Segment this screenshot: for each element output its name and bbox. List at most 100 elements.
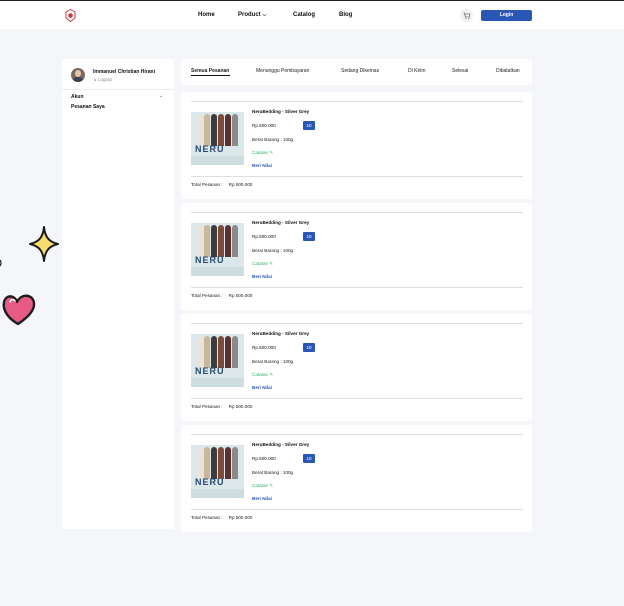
- tab-di-kirim[interactable]: Di Kirim: [408, 68, 426, 74]
- note-label: Catatan: [252, 261, 269, 266]
- note-link[interactable]: Catatan ✎: [252, 483, 273, 489]
- total-label: Total Pesanan :: [191, 293, 223, 298]
- product-price: Rp.500.000: [252, 345, 276, 350]
- tab-dibatalkan[interactable]: Dibatalkan: [496, 68, 520, 74]
- note-link[interactable]: Catatan ✎: [252, 372, 273, 378]
- nav-blog-link[interactable]: Blog: [339, 12, 352, 18]
- note-link[interactable]: Catatan ✎: [252, 261, 273, 267]
- avatar[interactable]: [71, 68, 85, 82]
- thumb-band: [232, 336, 238, 368]
- thumb-band: [197, 225, 203, 257]
- decor-dot-icon: [0, 259, 2, 267]
- order-total: Total Pesanan : Rp 500.000: [191, 182, 252, 187]
- product-thumbnail[interactable]: NERU: [191, 112, 244, 165]
- order-status-tabs: Semua Pesanan Menunggu Pembayaran Sedang…: [181, 59, 532, 85]
- thumb-band: [204, 114, 210, 146]
- tab-sedang-dikemas[interactable]: Sedang Dikemas: [341, 68, 379, 74]
- product-thumbnail[interactable]: NERU: [191, 445, 244, 498]
- note-link[interactable]: Catatan ✎: [252, 150, 273, 156]
- thumb-floor: [191, 156, 244, 165]
- tab-selesai[interactable]: Selesai: [452, 68, 468, 74]
- pencil-icon: ✎: [269, 150, 274, 155]
- product-thumbnail[interactable]: NERU: [191, 223, 244, 276]
- product-thumbnail[interactable]: NERU: [191, 334, 244, 387]
- card-divider: [191, 176, 523, 177]
- thumb-band: [197, 114, 203, 146]
- total-value: Rp 500.000: [228, 182, 253, 187]
- total-value: Rp 500.000: [228, 404, 253, 409]
- product-weight: Berat Barang : 100g: [252, 359, 294, 364]
- thumb-band: [211, 447, 217, 479]
- heart-icon: [2, 294, 36, 326]
- cart-button[interactable]: [460, 9, 473, 22]
- thumb-band: [211, 336, 217, 368]
- card-divider: [191, 101, 523, 102]
- pencil-icon: ✎: [269, 261, 274, 266]
- cart-icon: [463, 12, 471, 19]
- quantity-badge: 10: [303, 121, 315, 130]
- nav-catalog-link[interactable]: Catalog: [293, 12, 315, 18]
- card-divider: [191, 509, 523, 510]
- thumb-band: [232, 225, 238, 257]
- nav-product-link[interactable]: Product ⌵: [238, 12, 266, 18]
- total-label: Total Pesanan :: [191, 404, 223, 409]
- product-weight: Berat Barang : 100g: [252, 248, 294, 253]
- product-price: Rp.500.000: [252, 234, 276, 239]
- chevron-down-icon: ⌵: [262, 12, 267, 18]
- sidebar-item-akun[interactable]: Akun: [71, 94, 84, 100]
- rate-link[interactable]: Beri Nilai: [252, 385, 272, 390]
- thumb-brand-text: NERU: [195, 477, 225, 487]
- login-button[interactable]: Login: [481, 10, 532, 21]
- pencil-icon: ✎: [269, 372, 274, 377]
- quantity-badge: 10: [303, 232, 315, 241]
- product-name[interactable]: NeruBedding - Silver Grey: [252, 442, 309, 447]
- product-name[interactable]: NeruBedding - Silver Grey: [252, 109, 309, 114]
- order-card: NERU NeruBedding - Silver Grey Rp.500.00…: [181, 425, 532, 532]
- nav-home-link[interactable]: Home: [198, 12, 215, 18]
- pencil-icon: ✎: [269, 483, 274, 488]
- chevron-down-icon[interactable]: ⌄: [159, 93, 163, 99]
- order-card: NERU NeruBedding - Silver Grey Rp.500.00…: [181, 203, 532, 310]
- sparkle-star-icon: [29, 226, 59, 262]
- tab-menunggu-pembayaran[interactable]: Menunggu Pembayaran: [256, 68, 309, 74]
- tab-semua-pesanan[interactable]: Semua Pesanan: [191, 68, 229, 74]
- note-label: Catatan: [252, 372, 269, 377]
- product-name[interactable]: NeruBedding - Silver Grey: [252, 331, 309, 336]
- sidebar-item-pesanan-saya[interactable]: Pesanan Saya: [71, 104, 105, 110]
- product-weight: Berat Barang : 100g: [252, 137, 294, 142]
- thumb-band: [232, 114, 238, 146]
- thumb-band: [204, 447, 210, 479]
- thumb-brand-text: NERU: [195, 144, 225, 154]
- logout-link[interactable]: ↳ Logout: [93, 77, 112, 83]
- thumb-band: [204, 336, 210, 368]
- card-divider: [191, 212, 523, 213]
- quantity-badge: 10: [303, 454, 315, 463]
- total-value: Rp 500.000: [228, 293, 253, 298]
- rate-link[interactable]: Beri Nilai: [252, 496, 272, 501]
- quantity-badge: 10: [303, 343, 315, 352]
- brand-logo-icon[interactable]: [65, 9, 76, 22]
- order-total: Total Pesanan : Rp 500.000: [191, 293, 252, 298]
- total-label: Total Pesanan :: [191, 182, 223, 187]
- order-total: Total Pesanan : Rp 500.000: [191, 515, 252, 520]
- thumb-band: [218, 225, 224, 257]
- thumb-band: [197, 336, 203, 368]
- total-label: Total Pesanan :: [191, 515, 223, 520]
- thumb-band: [225, 225, 231, 257]
- order-total: Total Pesanan : Rp 500.000: [191, 404, 252, 409]
- thumb-band: [211, 114, 217, 146]
- rate-link[interactable]: Beri Nilai: [252, 163, 272, 168]
- note-label: Catatan: [252, 150, 269, 155]
- thumb-band: [218, 114, 224, 146]
- product-price: Rp.500.000: [252, 456, 276, 461]
- rate-link[interactable]: Beri Nilai: [252, 274, 272, 279]
- thumb-brand-text: NERU: [195, 255, 225, 265]
- thumb-band: [225, 447, 231, 479]
- product-price: Rp.500.000: [252, 123, 276, 128]
- product-name[interactable]: NeruBedding - Silver Grey: [252, 220, 309, 225]
- thumb-band: [225, 114, 231, 146]
- card-divider: [191, 398, 523, 399]
- thumb-band: [218, 336, 224, 368]
- card-divider: [191, 287, 523, 288]
- thumb-band: [232, 447, 238, 479]
